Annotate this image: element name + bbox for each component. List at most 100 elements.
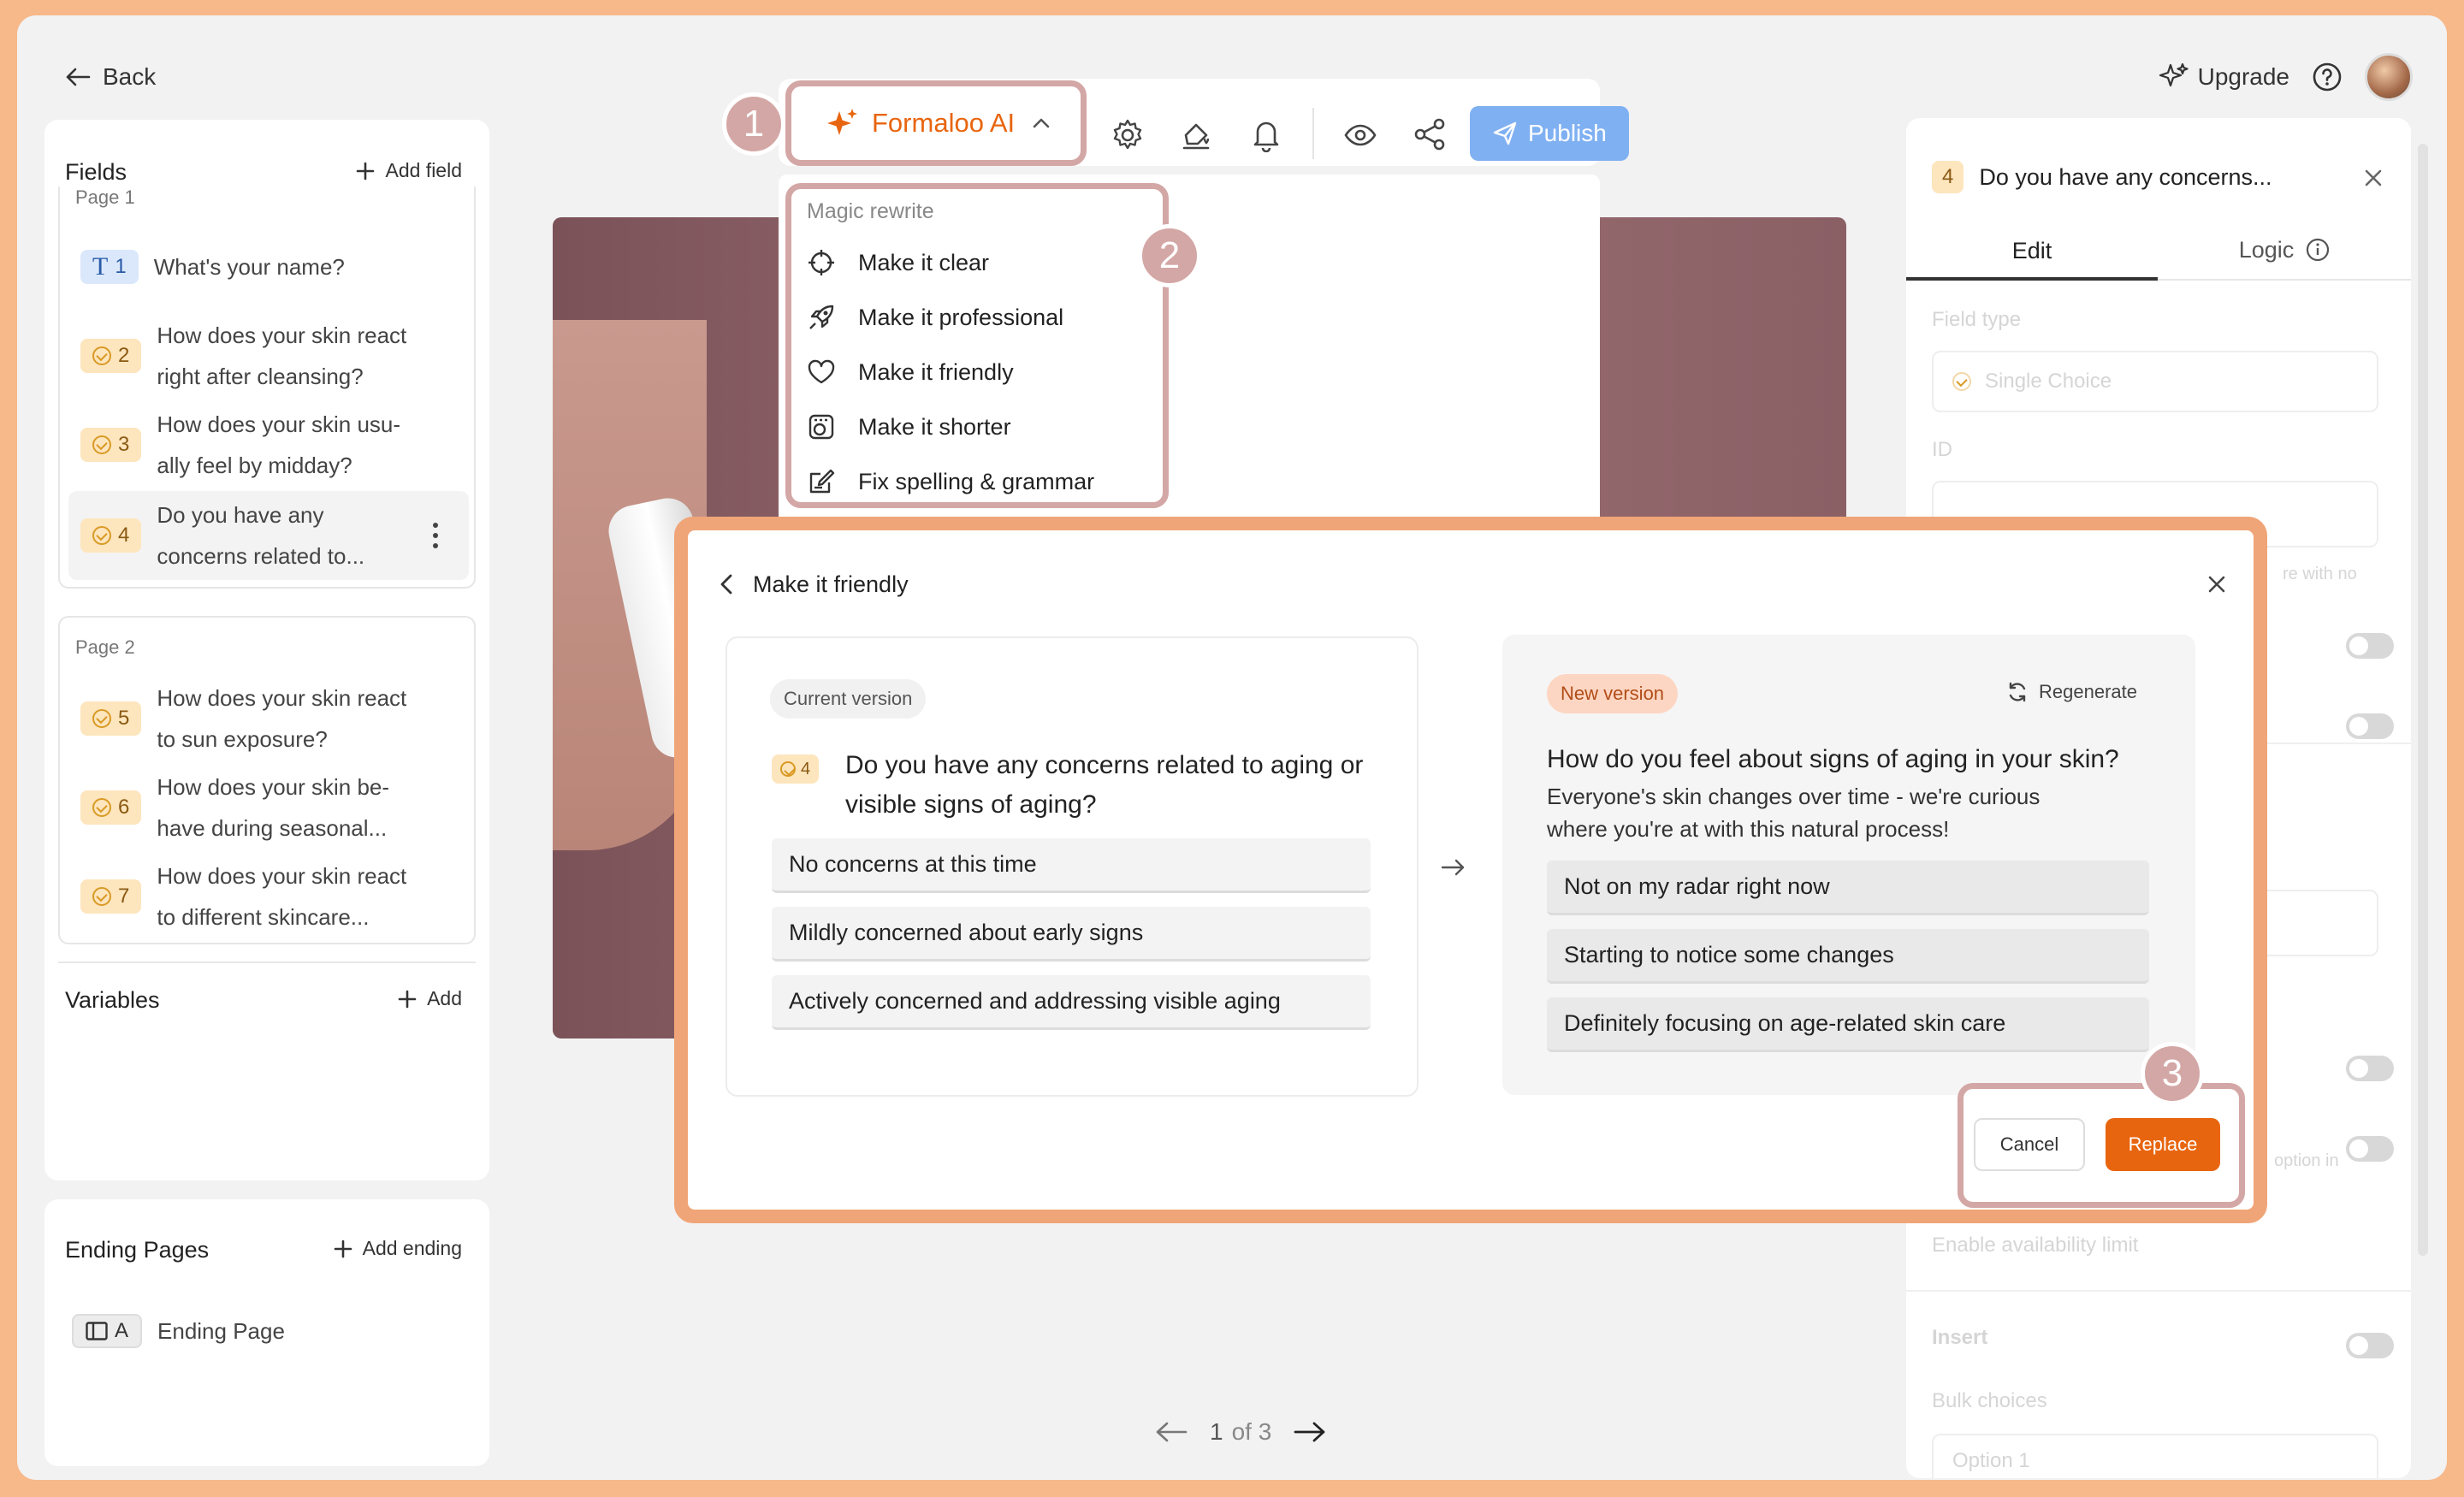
send-icon <box>1493 121 1517 145</box>
chevron-left-icon[interactable] <box>719 573 734 595</box>
add-ending-button[interactable]: Add ending <box>334 1237 462 1260</box>
add-field-button[interactable]: Add field <box>356 159 462 182</box>
info-icon <box>2307 238 2330 262</box>
replace-button[interactable]: Replace <box>2106 1118 2220 1171</box>
field-number-badge: 4 <box>80 518 142 553</box>
field-item-1[interactable]: T1 What's your name? <box>80 246 345 287</box>
current-option-3: Actively concerned and addressing visibl… <box>772 975 1371 1030</box>
publish-button[interactable]: Publish <box>1470 106 1629 161</box>
field-number-badge: 6 <box>80 790 142 825</box>
chevron-up-icon <box>1033 118 1050 128</box>
add-field-label: Add field <box>385 159 462 181</box>
sparkle-icon <box>827 109 857 135</box>
new-question-description: Everyone's skin changes over time - we'r… <box>1547 784 2040 842</box>
arrow-left-icon[interactable] <box>1155 1421 1188 1443</box>
add-variable-button[interactable]: Add <box>398 987 462 1010</box>
settings-gear-icon[interactable] <box>1111 118 1145 152</box>
id-label: ID <box>1932 438 1952 461</box>
menu-item-make-friendly[interactable]: Make it friendly <box>807 345 1094 399</box>
edit-check-icon <box>809 469 835 494</box>
bell-icon[interactable] <box>1249 116 1283 152</box>
close-icon[interactable] <box>2363 168 2384 188</box>
toggle-3[interactable] <box>2346 1056 2394 1081</box>
magic-rewrite-heading: Magic rewrite <box>807 199 934 223</box>
panel-scrollbar[interactable] <box>2418 144 2428 1256</box>
field-label-line2: ally feel by midday? <box>157 453 352 478</box>
arrow-left-icon <box>66 68 91 86</box>
field-label-line1: Do you have any <box>157 502 324 528</box>
refresh-icon <box>2009 682 2026 702</box>
magic-rewrite-section: Magic rewrite Make it clear Make it prof… <box>785 183 1169 508</box>
variables-title: Variables <box>65 987 160 1013</box>
availability-limit-label: Enable availability limit <box>1932 1234 2139 1257</box>
field-label-line2: to sun exposure? <box>157 726 328 752</box>
field-number-badge: 5 <box>80 701 142 736</box>
check-circle-icon <box>92 435 111 454</box>
back-button[interactable]: Back <box>65 63 156 91</box>
menu-item-make-clear[interactable]: Make it clear <box>807 235 1094 290</box>
field-label-line1: How does your skin react <box>157 685 407 711</box>
option-input[interactable]: Option 1 <box>1932 1434 2378 1478</box>
ending-pages-panel: Ending Pages Add ending A Ending Page <box>44 1199 489 1466</box>
cancel-button[interactable]: Cancel <box>1974 1118 2085 1171</box>
field-item-3[interactable]: 3 How does your skin usu-ally feel by mi… <box>80 404 400 486</box>
formaloo-ai-button[interactable]: Formaloo AI <box>785 80 1087 166</box>
toggle-1[interactable] <box>2346 633 2394 659</box>
new-version-pill: New version <box>1547 674 1679 713</box>
field-number-badge: 3 <box>80 428 142 462</box>
add-ending-label: Add ending <box>362 1237 462 1259</box>
upgrade-button[interactable]: Upgrade <box>2159 62 2289 92</box>
arrow-right-icon[interactable] <box>1294 1421 1326 1443</box>
close-icon[interactable] <box>2207 575 2226 594</box>
page-label: Page 1 <box>75 186 135 208</box>
field-item-7[interactable]: 7 How does your skin react to different s… <box>80 855 406 938</box>
check-circle-icon <box>92 346 111 365</box>
field-number-badge: T1 <box>80 250 139 284</box>
field-label-line2: to different skincare... <box>157 904 370 930</box>
menu-item-fix-spelling[interactable]: Fix spelling & grammar <box>807 454 1094 509</box>
fields-title: Fields <box>65 159 127 185</box>
fields-panel: Fields Add field Page 1 T1 What's your n… <box>44 120 489 1180</box>
field-item-6[interactable]: 6 How does your skin be-have during seas… <box>80 766 389 849</box>
field-item-2[interactable]: 2 How does your skin react right after cl… <box>80 315 406 397</box>
page-2-group: Page 2 5 How does your skin react to sun … <box>58 616 476 944</box>
new-question-text: How do you feel about signs of aging in … <box>1547 745 2119 773</box>
check-circle-icon <box>92 709 111 728</box>
field-label-line1: How does your skin react <box>157 322 407 348</box>
ending-page-item[interactable]: A Ending Page <box>72 1311 285 1352</box>
check-circle-icon <box>780 761 796 777</box>
current-option-2: Mildly concerned about early signs <box>772 907 1371 962</box>
option-hint: option in <box>2274 1151 2339 1170</box>
preview-eye-icon[interactable] <box>1343 118 1377 152</box>
rewrite-preview-modal: Make it friendly Current version 4 Do yo… <box>674 517 2267 1223</box>
regenerate-button[interactable]: Regenerate <box>2006 681 2137 703</box>
menu-item-make-shorter[interactable]: Make it shorter <box>807 399 1094 454</box>
divider <box>1906 1290 2411 1292</box>
check-circle-icon <box>92 887 111 906</box>
toggle-2[interactable] <box>2346 713 2394 739</box>
user-avatar[interactable] <box>2365 53 2413 101</box>
help-icon[interactable] <box>2312 62 2343 92</box>
field-item-5[interactable]: 5 How does your skin react to sun exposur… <box>80 677 406 760</box>
paint-bucket-icon[interactable] <box>1179 118 1213 152</box>
availability-toggle[interactable] <box>2346 1333 2394 1358</box>
plus-icon <box>357 162 375 180</box>
more-options-icon[interactable] <box>431 521 440 550</box>
divider <box>58 962 476 963</box>
field-number-badge: 4 <box>1932 161 1964 193</box>
rocket-icon <box>809 305 834 329</box>
field-label-line1: How does your skin be- <box>157 774 390 800</box>
current-page: 1 <box>1210 1418 1223 1445</box>
field-label-line2: have during seasonal... <box>157 815 388 841</box>
toggle-4[interactable] <box>2346 1136 2394 1162</box>
tab-edit[interactable]: Edit <box>1906 229 2158 281</box>
menu-item-make-professional[interactable]: Make it professional <box>807 290 1094 345</box>
current-version-card: Current version 4 Do you have any concer… <box>726 636 1419 1097</box>
new-version-card: New version Regenerate How do you feel a… <box>1502 635 2195 1095</box>
field-type-select[interactable]: Single Choice <box>1932 351 2378 412</box>
question-number-badge: 4 <box>772 754 820 784</box>
share-icon[interactable] <box>1412 116 1448 152</box>
publish-label: Publish <box>1528 120 1607 146</box>
tab-logic[interactable]: Logic <box>2158 229 2411 281</box>
field-item-4-selected[interactable]: 4 Do you have any concerns related to... <box>68 491 469 580</box>
